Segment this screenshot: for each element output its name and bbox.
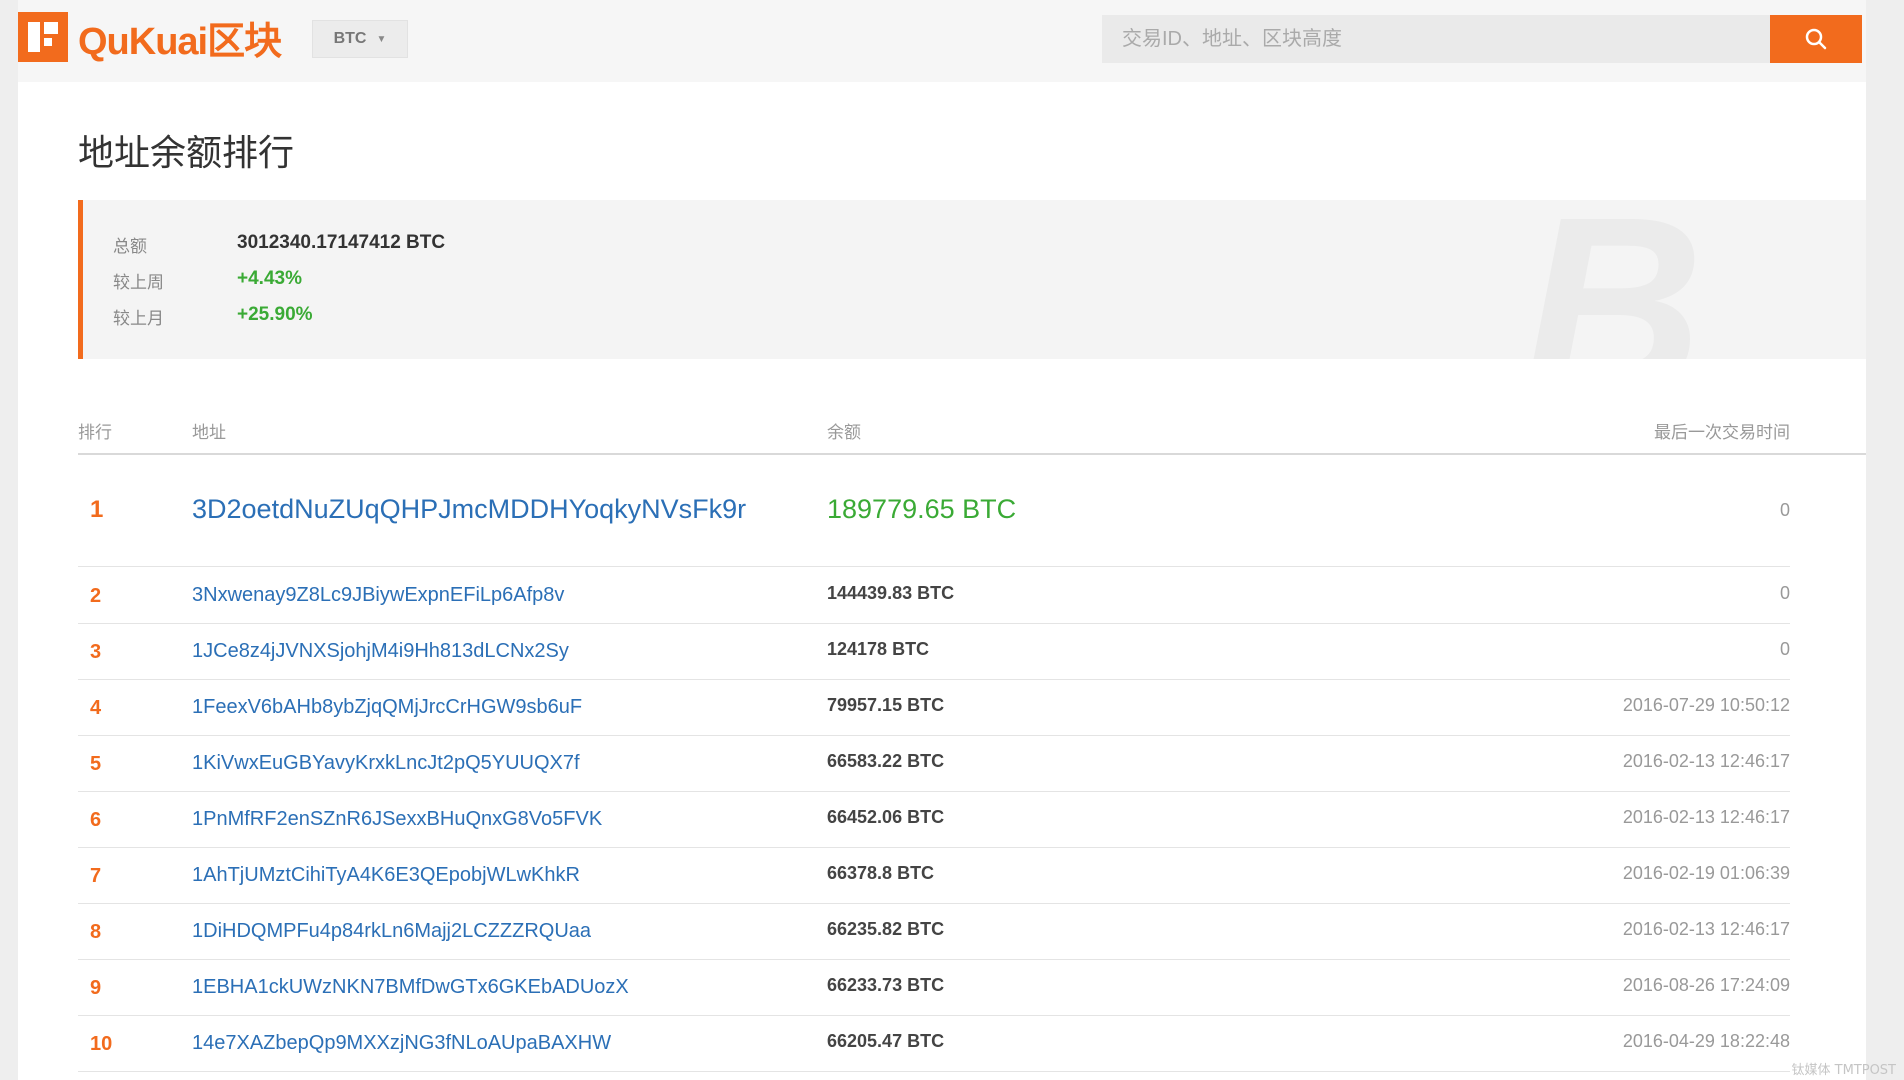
balance-summary: B 总额 3012340.17147412 BTC 较上周 +4.43% 较上月… (78, 200, 1866, 359)
column-header-rank: 排行 (78, 423, 112, 442)
table-row: 3 1JCe8z4jJVNXSjohjM4i9Hh813dLCNx2Sy 124… (78, 623, 1790, 680)
row-address-link[interactable]: 1PnMfRF2enSZnR6JSexxBHuQnxG8Vo5FVK (192, 808, 602, 831)
summary-total-value: 3012340.17147412 BTC (237, 232, 446, 253)
row-balance: 79957.15 BTC (827, 695, 945, 715)
coin-selector-value: BTC (333, 30, 367, 47)
row-last-tx: 0 (1779, 500, 1790, 520)
column-header-balance: 余额 (827, 423, 861, 442)
row-rank: 9 (90, 977, 102, 999)
row-rank: 5 (90, 753, 102, 775)
row-last-tx: 2016-04-29 18:22:48 (1622, 1031, 1790, 1051)
row-last-tx: 0 (1779, 583, 1790, 603)
row-rank: 7 (90, 865, 102, 887)
page: QuKuai区块 BTC ▼ 地址余额排行 B 总额 3012340.17147… (18, 0, 1866, 1080)
table-row: 6 1PnMfRF2enSZnR6JSexxBHuQnxG8Vo5FVK 664… (78, 791, 1790, 848)
table-row: 7 1AhTjUMztCihiTyA4K6E3QEpobjWLwKhkR 663… (78, 847, 1790, 904)
summary-week: 较上周 +4.43% (113, 268, 302, 293)
chevron-down-icon: ▼ (376, 33, 387, 45)
search-icon (1805, 28, 1827, 50)
column-header-address: 地址 (192, 423, 226, 442)
page-title: 地址余额排行 (78, 132, 295, 173)
row-last-tx: 2016-07-29 10:50:12 (1622, 695, 1790, 715)
row-balance: 66233.73 BTC (827, 975, 945, 995)
row-address-link[interactable]: 1KiVwxEuGBYavyKrxkLncJt2pQ5YUUQX7f (192, 752, 580, 775)
row-last-tx: 2016-02-13 12:46:17 (1622, 807, 1790, 827)
column-header-last-tx: 最后一次交易时间 (1654, 423, 1790, 442)
summary-week-label: 较上周 (113, 273, 164, 292)
search-button[interactable] (1770, 15, 1862, 63)
summary-month-label: 较上月 (113, 309, 164, 328)
brand-name: QuKuai区块 (78, 20, 282, 63)
row-address-link[interactable]: 1FeexV6bAHb8ybZjqQMjJrcCrHGW9sb6uF (192, 696, 582, 719)
summary-week-value: +4.43% (237, 268, 302, 289)
table-row: 5 1KiVwxEuGBYavyKrxkLncJt2pQ5YUUQX7f 665… (78, 735, 1790, 792)
row-rank: 2 (90, 585, 102, 607)
row-address-link[interactable]: 3D2oetdNuZUqQHPJmcMDDHYoqkyNVsFk9r (192, 494, 746, 525)
row-last-tx: 2016-08-26 17:24:09 (1622, 975, 1790, 995)
header-divider (78, 453, 1866, 455)
row-address-link[interactable]: 1AhTjUMztCihiTyA4K6E3QEpobjWLwKhkR (192, 864, 580, 887)
row-last-tx: 2016-02-13 12:46:17 (1622, 751, 1790, 771)
row-balance: 66378.8 BTC (827, 863, 935, 883)
table-row: 2 3Nxwenay9Z8Lc9JBiywExpnEFiLp6Afp8v 144… (78, 567, 1790, 624)
tmtpost-watermark: 钛媒体 TMTPOST (1791, 1063, 1897, 1078)
row-balance: 144439.83 BTC (827, 583, 955, 603)
row-last-tx: 0 (1779, 639, 1790, 659)
row-rank: 3 (90, 641, 102, 663)
brand-logo[interactable]: QuKuai区块 (18, 12, 282, 63)
summary-total: 总额 3012340.17147412 BTC (113, 232, 445, 257)
bitcoin-watermark-icon: B (1523, 200, 1704, 359)
logo-mark-icon (18, 12, 68, 62)
row-last-tx: 2016-02-13 12:46:17 (1622, 919, 1790, 939)
summary-month-value: +25.90% (237, 304, 313, 325)
row-address-link[interactable]: 1DiHDQMPFu4p84rkLn6Majj2LCZZZRQUaa (192, 920, 591, 943)
row-rank: 8 (90, 921, 102, 943)
row-balance: 189779.65 BTC (827, 494, 1017, 524)
row-rank: 6 (90, 809, 102, 831)
row-rank: 1 (90, 496, 104, 523)
row-balance: 66235.82 BTC (827, 919, 945, 939)
row-balance: 66583.22 BTC (827, 751, 945, 771)
row-balance: 124178 BTC (827, 639, 930, 659)
row-balance: 66452.06 BTC (827, 807, 945, 827)
row-address-link[interactable]: 1JCe8z4jJVNXSjohjM4i9Hh813dLCNx2Sy (192, 640, 569, 663)
coin-selector[interactable]: BTC ▼ (312, 20, 408, 58)
row-rank: 10 (90, 1033, 113, 1055)
table-row: 10 14e7XAZbepQp9MXXzjNG3fNLoAUpaBAXHW 66… (78, 1015, 1790, 1072)
top-header: QuKuai区块 BTC ▼ (18, 0, 1866, 82)
summary-total-label: 总额 (113, 237, 147, 256)
search-input[interactable] (1102, 15, 1780, 63)
row-address-link[interactable]: 3Nxwenay9Z8Lc9JBiywExpnEFiLp6Afp8v (192, 584, 564, 607)
table-row: 9 1EBHA1ckUWzNKN7BMfDwGTx6GKEbADUozX 662… (78, 959, 1790, 1016)
table-row: 1 3D2oetdNuZUqQHPJmcMDDHYoqkyNVsFk9r 189… (78, 456, 1790, 567)
table-row: 8 1DiHDQMPFu4p84rkLn6Majj2LCZZZRQUaa 662… (78, 903, 1790, 960)
row-last-tx: 2016-02-19 01:06:39 (1622, 863, 1790, 883)
table-row: 4 1FeexV6bAHb8ybZjqQMjJrcCrHGW9sb6uF 799… (78, 679, 1790, 736)
row-rank: 4 (90, 697, 102, 719)
row-address-link[interactable]: 14e7XAZbepQp9MXXzjNG3fNLoAUpaBAXHW (192, 1032, 611, 1055)
row-address-link[interactable]: 1EBHA1ckUWzNKN7BMfDwGTx6GKEbADUozX (192, 976, 629, 999)
row-balance: 66205.47 BTC (827, 1031, 945, 1051)
summary-month: 较上月 +25.90% (113, 304, 313, 329)
